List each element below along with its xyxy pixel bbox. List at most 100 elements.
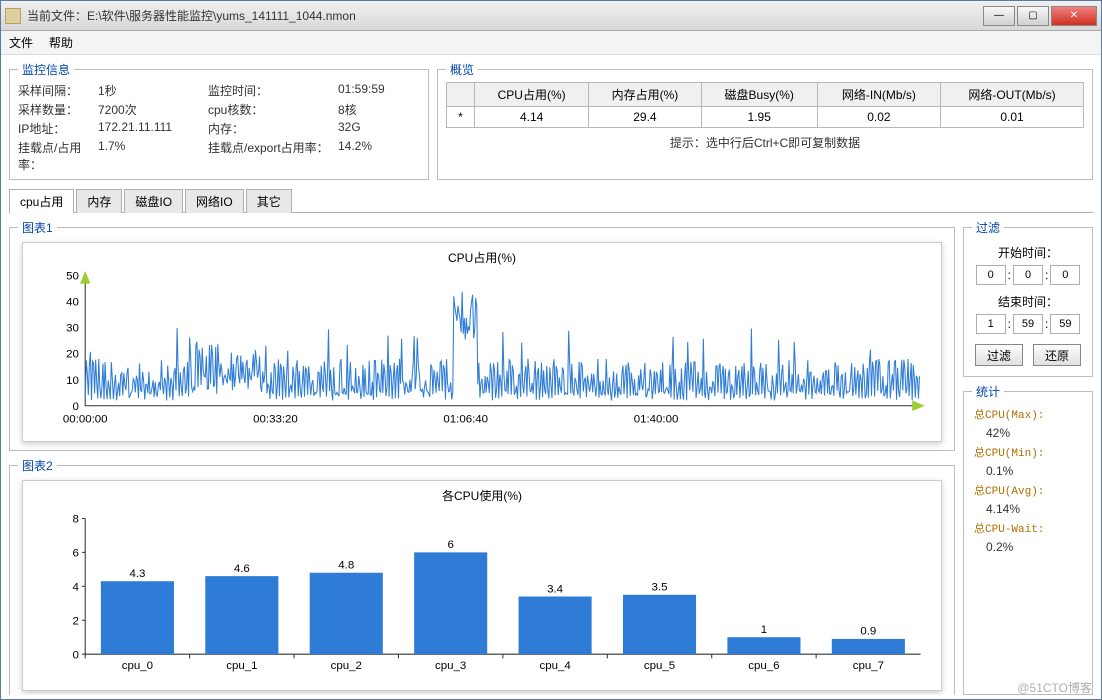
value-mem: 32G	[338, 120, 398, 137]
value-interval: 1秒	[98, 82, 208, 99]
svg-text:6: 6	[73, 548, 79, 560]
svg-text:cpu_4: cpu_4	[539, 660, 571, 672]
ov-c2: 29.4	[589, 107, 701, 128]
stats-legend: 统计	[972, 383, 1004, 400]
filter-legend: 过滤	[972, 219, 1004, 236]
chart2-plot[interactable]: 024684.3cpu_04.6cpu_14.8cpu_26cpu_33.4cp…	[33, 508, 931, 686]
svg-text:01:06:40: 01:06:40	[443, 413, 488, 425]
svg-text:30: 30	[66, 323, 79, 335]
overview-legend: 概览	[446, 61, 478, 78]
svg-text:8: 8	[73, 514, 79, 526]
svg-text:cpu_3: cpu_3	[435, 660, 466, 672]
start-sec[interactable]	[1050, 265, 1080, 285]
chart2-panel: 图表2 各CPU使用(%) 024684.3cpu_04.6cpu_14.8cp…	[9, 457, 955, 695]
window-buttons: — ▢ ✕	[983, 6, 1097, 26]
svg-text:cpu_2: cpu_2	[331, 660, 362, 672]
stat-value-row: 0.1%	[972, 462, 1084, 480]
titlebar: 当前文件：E:\软件\服务器性能监控\yums_141111_1044.nmon…	[1, 1, 1101, 31]
stat-row: 总CPU(Avg):	[972, 480, 1084, 500]
svg-text:10: 10	[66, 375, 79, 387]
value-monitortime: 01:59:59	[338, 82, 398, 99]
value-ip: 172.21.11.111	[98, 120, 208, 137]
tab-other[interactable]: 其它	[246, 189, 292, 213]
svg-text:cpu_7: cpu_7	[853, 660, 884, 672]
label-export: 挂载点/export占用率：	[208, 139, 338, 173]
stat-label: 总CPU(Max):	[974, 406, 1044, 422]
svg-text:40: 40	[66, 297, 79, 309]
stat-label: 总CPU(Avg):	[974, 482, 1044, 498]
filter-end-row: : :	[972, 314, 1084, 334]
overview-hint: 提示：选中行后Ctrl+C即可复制数据	[446, 134, 1084, 151]
ov-c4: 0.02	[817, 107, 940, 128]
start-hour[interactable]	[976, 265, 1006, 285]
tab-memory[interactable]: 内存	[76, 189, 122, 213]
tab-diskio[interactable]: 磁盘IO	[124, 189, 183, 213]
filter-buttons: 过滤 还原	[972, 344, 1084, 366]
chart1-title: CPU占用(%)	[33, 249, 931, 266]
end-sec[interactable]	[1050, 314, 1080, 334]
maximize-button[interactable]: ▢	[1017, 6, 1049, 26]
menu-help[interactable]: 帮助	[49, 34, 73, 51]
menu-file[interactable]: 文件	[9, 34, 33, 51]
stat-value: 42%	[974, 426, 1010, 440]
end-hour[interactable]	[976, 314, 1006, 334]
filter-start-label: 开始时间：	[972, 244, 1084, 261]
stats-panel: 统计 总CPU(Max): 42% 总CPU(Min): 0.1% 总CPU(Avg):…	[963, 383, 1093, 695]
svg-text:00:33:20: 00:33:20	[253, 413, 298, 425]
ov-h2: 内存占用(%)	[589, 83, 701, 107]
end-min[interactable]	[1013, 314, 1043, 334]
svg-text:6: 6	[447, 539, 453, 551]
stat-row: 总CPU-Wait:	[972, 518, 1084, 538]
svg-text:3.4: 3.4	[547, 583, 564, 595]
stat-value: 0.2%	[974, 540, 1013, 554]
chart1-panel: 图表1 CPU占用(%) 0102030405000:00:0000:33:20…	[9, 219, 955, 451]
label-mount: 挂载点/占用率：	[18, 139, 98, 173]
stat-label: 总CPU(Min):	[974, 444, 1044, 460]
svg-text:4.3: 4.3	[129, 568, 145, 580]
chart2-box: 各CPU使用(%) 024684.3cpu_04.6cpu_14.8cpu_26…	[22, 480, 942, 691]
tab-cpu[interactable]: cpu占用	[9, 189, 74, 213]
chart1-plot[interactable]: 0102030405000:00:0000:33:2001:06:4001:40…	[33, 270, 931, 437]
overview-header-row: CPU占用(%) 内存占用(%) 磁盘Busy(%) 网络-IN(Mb/s) 网…	[447, 83, 1084, 107]
stat-row: 总CPU(Max):	[972, 404, 1084, 424]
label-interval: 采样间隔：	[18, 82, 98, 99]
tabs: cpu占用 内存 磁盘IO 网络IO 其它	[9, 188, 1093, 213]
svg-text:20: 20	[66, 349, 79, 361]
stat-value: 4.14%	[974, 502, 1020, 516]
ov-h0	[447, 83, 475, 107]
value-count: 7200次	[98, 101, 208, 118]
reset-button[interactable]: 还原	[1033, 344, 1081, 366]
ov-h4: 网络-IN(Mb/s)	[817, 83, 940, 107]
stat-row: 总CPU(Min):	[972, 442, 1084, 462]
left-column: 图表1 CPU占用(%) 0102030405000:00:0000:33:20…	[9, 219, 955, 695]
minimize-button[interactable]: —	[983, 6, 1015, 26]
svg-text:cpu_0: cpu_0	[122, 660, 153, 672]
svg-text:01:40:00: 01:40:00	[634, 413, 679, 425]
svg-text:cpu_1: cpu_1	[226, 660, 257, 672]
ov-c3: 1.95	[701, 107, 817, 128]
tab-netio[interactable]: 网络IO	[185, 189, 244, 213]
svg-text:1: 1	[761, 624, 767, 636]
overview-data-row[interactable]: * 4.14 29.4 1.95 0.02 0.01	[447, 107, 1084, 128]
monitor-info-panel: 监控信息 采样间隔： 1秒 监控时间： 01:59:59 采样数量： 7200次…	[9, 61, 429, 180]
svg-text:4.8: 4.8	[338, 560, 354, 572]
app-icon	[5, 8, 21, 24]
window-title: 当前文件：E:\软件\服务器性能监控\yums_141111_1044.nmon	[27, 7, 983, 24]
start-min[interactable]	[1013, 265, 1043, 285]
svg-text:cpu_5: cpu_5	[644, 660, 675, 672]
menubar: 文件 帮助	[1, 31, 1101, 55]
svg-text:3.5: 3.5	[652, 582, 668, 594]
right-column: 过滤 开始时间： : : 结束时间： : : 过滤 还	[963, 219, 1093, 695]
svg-text:0: 0	[73, 649, 79, 661]
chart1-legend: 图表1	[18, 219, 57, 236]
ov-c5: 0.01	[941, 107, 1084, 128]
label-mem: 内存：	[208, 120, 338, 137]
stat-value-row: 0.2%	[972, 538, 1084, 556]
close-button[interactable]: ✕	[1051, 6, 1097, 26]
monitor-grid: 采样间隔： 1秒 监控时间： 01:59:59 采样数量： 7200次 cpu核…	[18, 82, 420, 173]
chart1-box: CPU占用(%) 0102030405000:00:0000:33:2001:0…	[22, 242, 942, 442]
filter-button[interactable]: 过滤	[975, 344, 1023, 366]
stat-label: 总CPU-Wait:	[974, 520, 1044, 536]
overview-table[interactable]: CPU占用(%) 内存占用(%) 磁盘Busy(%) 网络-IN(Mb/s) 网…	[446, 82, 1084, 128]
ov-c0: *	[447, 107, 475, 128]
